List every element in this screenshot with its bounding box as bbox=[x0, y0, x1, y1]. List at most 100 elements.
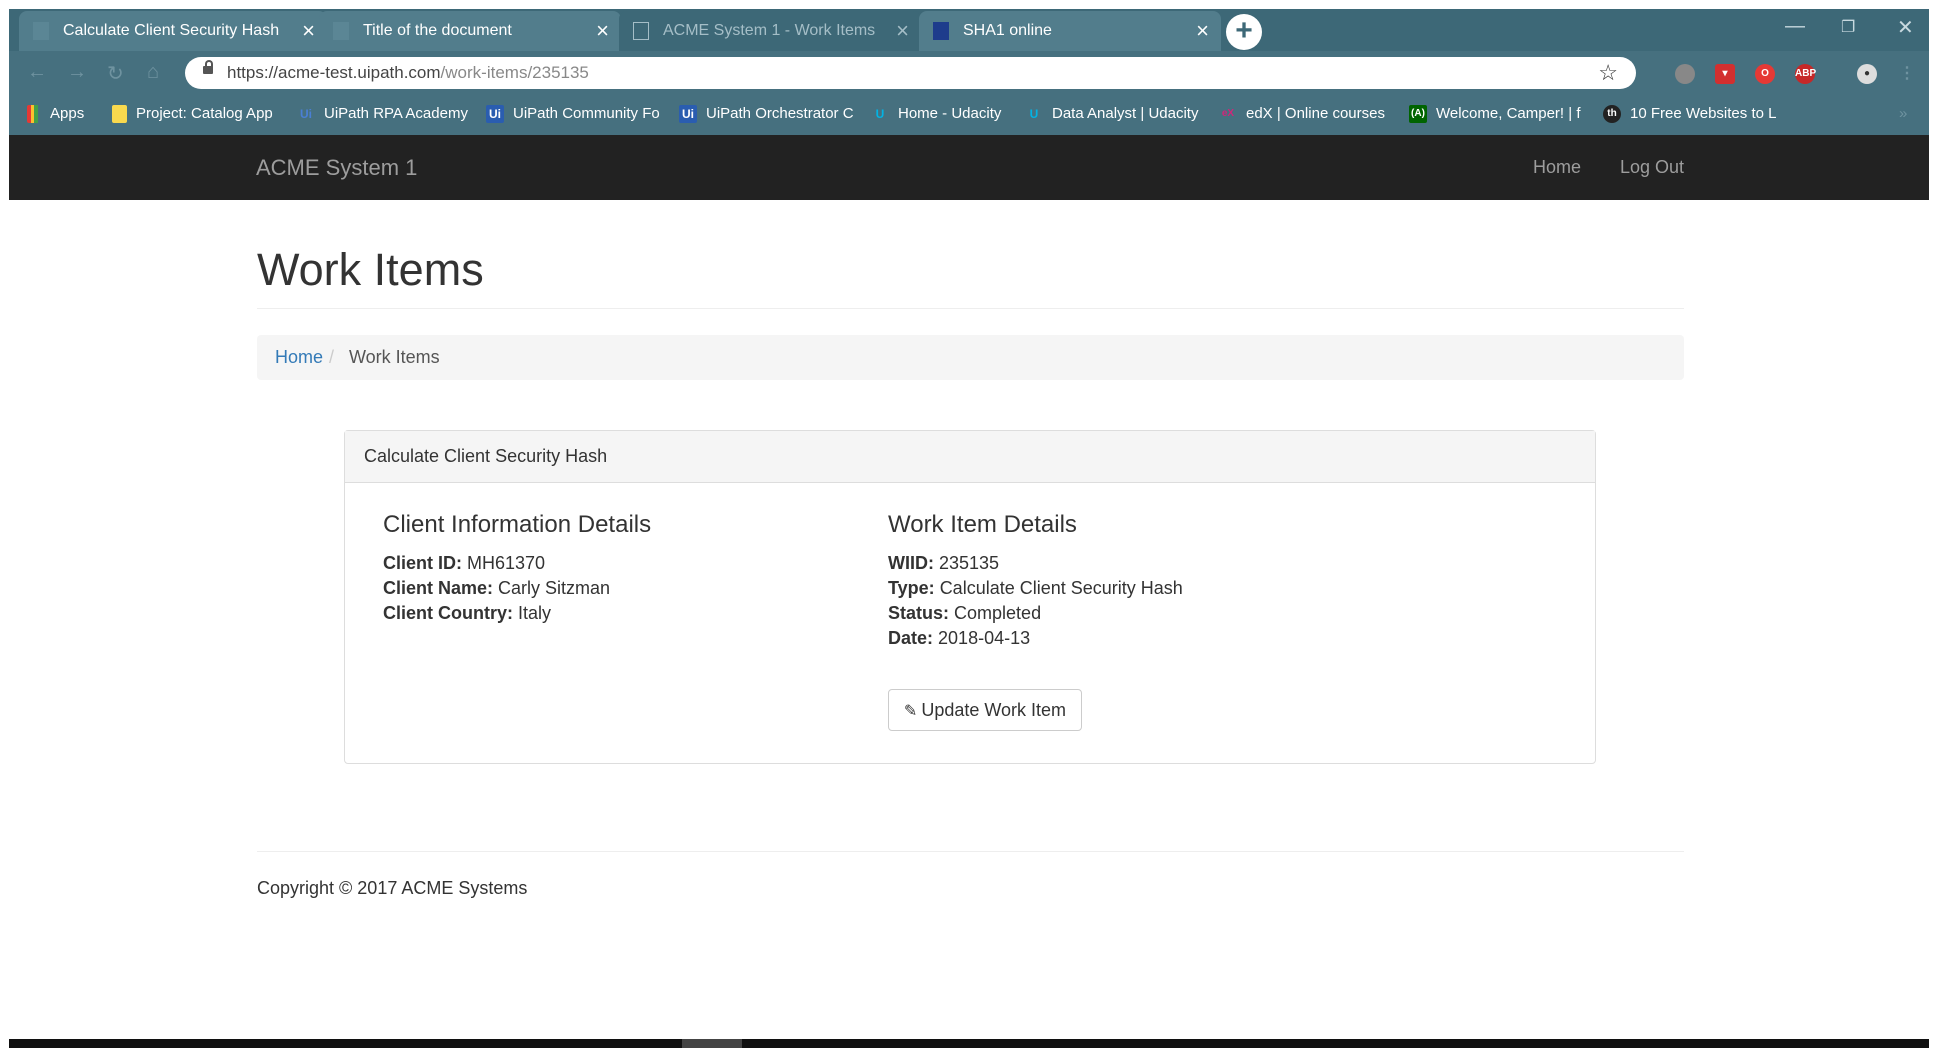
back-icon[interactable]: ← bbox=[27, 61, 47, 84]
bookmark-uipath-orchestrator[interactable]: Ui UiPath Orchestrator C bbox=[679, 93, 854, 135]
apps-grid-icon bbox=[27, 105, 41, 124]
client-name-value: Carly Sitzman bbox=[498, 578, 611, 598]
client-id-value: MH61370 bbox=[467, 553, 546, 573]
udacity-icon: U bbox=[875, 107, 885, 122]
bookmark-label: UiPath RPA Academy bbox=[324, 105, 468, 122]
status-row: Status: Completed bbox=[888, 601, 1183, 626]
tab-title-of-the-document[interactable]: Title of the document × bbox=[319, 11, 621, 51]
bookmark-data-analyst[interactable]: U Data Analyst | Udacity bbox=[1025, 93, 1199, 135]
menu-icon[interactable]: ⋮ bbox=[1897, 64, 1917, 84]
client-country-label: Client Country: bbox=[383, 603, 513, 623]
taskbar bbox=[9, 1039, 1929, 1048]
bookmark-project-catalog[interactable]: Project: Catalog App bbox=[112, 93, 273, 135]
work-item-panel: Calculate Client Security Hash Client In… bbox=[344, 430, 1596, 764]
breadcrumb-home-link[interactable]: Home bbox=[275, 335, 323, 380]
bookmark-freecodecamp[interactable]: (A) Welcome, Camper! | f bbox=[1409, 93, 1581, 135]
wiid-row: WIID: 235135 bbox=[888, 551, 1183, 576]
tab-title: Calculate Client Security Hash bbox=[63, 22, 280, 39]
date-value: 2018-04-13 bbox=[938, 628, 1031, 648]
reload-icon[interactable]: ↻ bbox=[107, 61, 124, 86]
app-brand[interactable]: ACME System 1 bbox=[256, 135, 417, 200]
client-id-label: Client ID: bbox=[383, 553, 462, 573]
type-row: Type: Calculate Client Security Hash bbox=[888, 576, 1183, 601]
tab-bar: Calculate Client Security Hash × Title o… bbox=[9, 9, 1929, 51]
app-navbar: ACME System 1 Home Log Out bbox=[9, 135, 1929, 200]
client-name-row: Client Name: Carly Sitzman bbox=[383, 576, 651, 601]
bookmark-label: Project: Catalog App bbox=[136, 105, 273, 122]
close-icon[interactable]: × bbox=[896, 11, 909, 51]
uipath-icon: Ui bbox=[300, 107, 312, 122]
close-icon[interactable]: × bbox=[1196, 11, 1209, 51]
page-icon bbox=[633, 22, 649, 40]
wiid-label: WIID: bbox=[888, 553, 934, 573]
bookmark-label: Data Analyst | Udacity bbox=[1052, 105, 1199, 122]
new-tab-button[interactable]: + bbox=[1226, 14, 1262, 50]
browser-chrome: Calculate Client Security Hash × Title o… bbox=[9, 9, 1929, 135]
nav-home-link[interactable]: Home bbox=[1533, 135, 1581, 200]
bookmark-uipath-community[interactable]: Ui UiPath Community Fo bbox=[486, 93, 660, 135]
tab-sha1-online[interactable]: SHA1 online × bbox=[919, 11, 1221, 51]
breadcrumb: Home / Work Items bbox=[257, 335, 1684, 380]
edx-icon: eX bbox=[1221, 108, 1235, 120]
page-icon bbox=[33, 22, 49, 40]
status-value: Completed bbox=[954, 603, 1042, 623]
url-path: /work-items/235135 bbox=[440, 63, 589, 82]
wiid-value: 235135 bbox=[939, 553, 1000, 573]
sha1-favicon-icon bbox=[933, 22, 949, 40]
client-country-value: Italy bbox=[518, 603, 552, 623]
bookmark-edx[interactable]: eX edX | Online courses bbox=[1219, 93, 1385, 135]
bookmark-label: UiPath Orchestrator C bbox=[706, 105, 854, 122]
opera-icon[interactable]: O bbox=[1755, 64, 1775, 84]
bookmark-label: Home - Udacity bbox=[898, 105, 1002, 122]
tab-calculate-client-security-hash[interactable]: Calculate Client Security Hash × bbox=[19, 11, 327, 51]
pencil-icon: ✎ bbox=[903, 703, 918, 720]
client-info-section: Client Information Details Client ID: MH… bbox=[383, 511, 651, 626]
restore-icon[interactable]: ❐ bbox=[1841, 17, 1855, 37]
url-text[interactable]: https://acme-test.uipath.com/work-items/… bbox=[227, 57, 589, 89]
work-item-title: Work Item Details bbox=[888, 511, 1077, 538]
panel-heading: Calculate Client Security Hash bbox=[345, 431, 1595, 483]
bookmark-10-free-websites[interactable]: th 10 Free Websites to L bbox=[1603, 93, 1776, 135]
bookmark-home-udacity[interactable]: U Home - Udacity bbox=[871, 93, 1002, 135]
client-info-title: Client Information Details bbox=[383, 511, 652, 538]
bookmark-label: UiPath Community Fo bbox=[513, 105, 660, 122]
title-divider bbox=[257, 308, 1684, 309]
tab-title: SHA1 online bbox=[963, 22, 1052, 39]
update-button-label: Update Work Item bbox=[921, 700, 1067, 720]
taskbar-active-item[interactable] bbox=[682, 1039, 742, 1048]
address-bar[interactable]: https://acme-test.uipath.com/work-items/… bbox=[185, 57, 1636, 89]
folder-icon bbox=[112, 105, 127, 124]
lock-icon bbox=[203, 60, 213, 74]
bookmark-uipath-academy[interactable]: Ui UiPath RPA Academy bbox=[297, 93, 468, 135]
forward-icon[interactable]: → bbox=[67, 61, 87, 84]
bookmark-label: Apps bbox=[50, 105, 85, 122]
minimize-icon[interactable]: — bbox=[1785, 15, 1805, 38]
extension-gray-icon[interactable] bbox=[1675, 64, 1695, 84]
close-window-icon[interactable]: ✕ bbox=[1897, 15, 1914, 40]
url-host: https://acme-test.uipath.com bbox=[227, 63, 441, 82]
home-icon[interactable]: ⌂ bbox=[147, 61, 159, 84]
close-icon[interactable]: × bbox=[596, 11, 609, 51]
close-icon[interactable]: × bbox=[302, 11, 315, 51]
update-work-item-button[interactable]: ✎ Update Work Item bbox=[888, 689, 1082, 731]
pocket-icon[interactable]: ▾ bbox=[1715, 64, 1735, 84]
type-label: Type: bbox=[888, 578, 935, 598]
client-id-row: Client ID: MH61370 bbox=[383, 551, 651, 576]
bookmark-label: edX | Online courses bbox=[1246, 105, 1385, 122]
nav-logout-link[interactable]: Log Out bbox=[1620, 135, 1684, 200]
page-title: Work Items bbox=[257, 244, 484, 295]
udacity-icon: U bbox=[1029, 107, 1039, 122]
type-value: Calculate Client Security Hash bbox=[939, 578, 1183, 598]
uipath-icon: Ui bbox=[679, 105, 697, 124]
bookmark-apps[interactable]: Apps bbox=[27, 93, 84, 135]
bookmarks-bar: Apps Project: Catalog App Ui UiPath RPA A… bbox=[9, 93, 1929, 135]
bookmarks-overflow-icon[interactable]: » bbox=[1899, 93, 1907, 135]
date-label: Date: bbox=[888, 628, 934, 648]
site-icon: th bbox=[1603, 105, 1621, 124]
adblock-icon[interactable]: ABP bbox=[1795, 64, 1816, 84]
client-name-label: Client Name: bbox=[383, 578, 494, 598]
client-country-row: Client Country: Italy bbox=[383, 601, 651, 626]
profile-avatar-icon[interactable]: ● bbox=[1857, 64, 1877, 84]
tab-acme-work-items[interactable]: ACME System 1 - Work Items × bbox=[619, 11, 921, 51]
bookmark-star-icon[interactable]: ☆ bbox=[1598, 59, 1618, 87]
